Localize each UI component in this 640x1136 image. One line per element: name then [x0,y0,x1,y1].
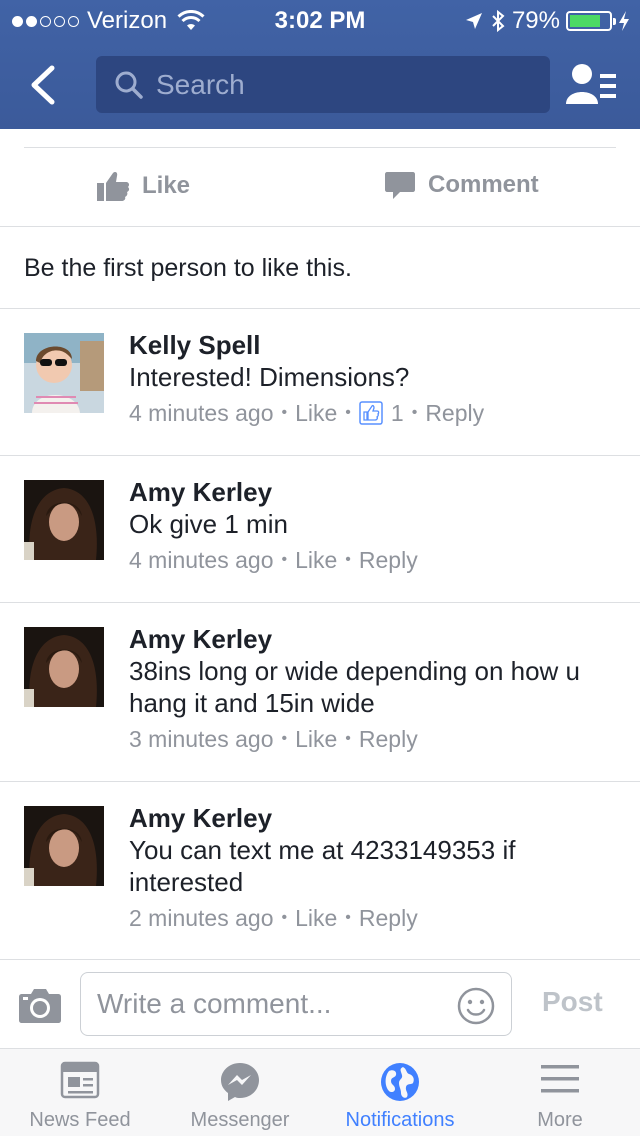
comment-bubble-icon [385,172,415,199]
comment-input-placeholder: Write a comment... [97,988,332,1019]
comment-meta: 4 minutes ago • Like • Reply [129,544,619,576]
comment-meta: 2 minutes ago • Like • Reply [129,902,619,934]
comment-like-link[interactable]: Like [295,544,337,576]
comment-body: Amy Kerley 38ins long or wide depending … [129,623,619,755]
tab-label: More [537,1109,583,1131]
divider [0,226,640,227]
comment-time: 3 minutes ago [129,726,274,752]
comment-time: 4 minutes ago [129,400,274,426]
tab-notifications[interactable]: Notifications [320,1049,480,1136]
search-input[interactable]: Search [96,56,550,113]
emoji-icon[interactable] [456,986,496,1026]
comment-body: Kelly Spell Interested! Dimensions? 4 mi… [129,329,619,429]
like-label: Like [142,172,191,199]
avatar[interactable] [24,480,104,560]
comment-like-link[interactable]: Like [295,723,337,755]
menu-icon [541,1065,579,1093]
charging-bolt-icon [619,11,629,31]
like-button[interactable]: Like [96,170,190,202]
comment-item: Amy Kerley You can text me at 4233149353… [0,782,640,958]
comment-item: Kelly Spell Interested! Dimensions? 4 mi… [0,309,640,455]
battery-percent: 79% [511,7,560,34]
comment-like-count: 1 [390,400,404,426]
comment-like-link[interactable]: Like [295,902,337,934]
comment-like-link[interactable]: Like [295,397,337,429]
comment-reply-link[interactable]: Reply [359,902,418,934]
top-bar: Verizon 3:02 PM 79% Search [0,0,640,129]
comment-meta: 4 minutes ago • Like • 1 • Reply [129,397,619,429]
tab-label: Notifications [345,1109,455,1131]
comment-time: 4 minutes ago [129,547,274,573]
comment-text: 38ins long or wide depending on how u ha… [129,656,581,718]
comment-text: Ok give 1 min [129,509,288,539]
tab-label: Messenger [190,1109,290,1131]
comment-text: You can text me at 4233149353 if interes… [129,835,516,897]
avatar[interactable] [24,333,104,413]
tab-messenger[interactable]: Messenger [160,1049,320,1136]
comment-reply-link[interactable]: Reply [425,397,484,429]
divider [24,147,616,148]
tab-label: News Feed [29,1109,131,1131]
location-arrow-icon [465,13,482,29]
thumbs-up-icon [97,172,130,201]
camera-icon[interactable] [18,986,62,1024]
comment-reply-link[interactable]: Reply [359,544,418,576]
back-icon[interactable] [22,60,66,110]
comment-button[interactable]: Comment [384,170,640,200]
comment-author[interactable]: Amy Kerley [129,476,619,508]
avatar[interactable] [24,627,104,707]
comment-input[interactable]: Write a comment... [80,972,512,1036]
likes-summary: Be the first person to like this. [24,254,352,282]
comment-author[interactable]: Amy Kerley [129,802,619,834]
comment-meta: 3 minutes ago • Like • Reply [129,723,619,755]
comment-label: Comment [428,171,539,198]
comment-reply-link[interactable]: Reply [359,723,418,755]
news-feed-icon [60,1061,100,1099]
comment-text: Interested! Dimensions? [129,362,410,392]
comment-composer: Write a comment... Post [0,959,640,1048]
globe-icon [381,1063,419,1101]
comment-item: Amy Kerley 38ins long or wide depending … [0,603,640,781]
avatar[interactable] [24,806,104,886]
nav-bar: Search [0,40,640,129]
comment-author[interactable]: Amy Kerley [129,623,619,655]
comment-time: 2 minutes ago [129,905,274,931]
battery-icon [566,11,616,31]
post-actions: Like Comment [0,150,640,226]
bluetooth-icon [492,9,505,33]
search-icon [115,71,143,99]
comment-item: Amy Kerley Ok give 1 min 4 minutes ago •… [0,456,640,602]
comment-body: Amy Kerley You can text me at 4233149353… [129,802,619,934]
post-button[interactable]: Post [542,986,603,1018]
like-count-icon [359,401,383,425]
status-right: 79% [464,7,630,35]
tab-news-feed[interactable]: News Feed [0,1049,160,1136]
comment-author[interactable]: Kelly Spell [129,329,619,361]
tab-more[interactable]: More [480,1049,640,1136]
comment-body: Amy Kerley Ok give 1 min 4 minutes ago •… [129,476,619,576]
messenger-icon [221,1063,259,1101]
search-placeholder: Search [156,68,245,100]
tab-bar: News Feed Messenger Notifications More [0,1048,640,1136]
status-bar: Verizon 3:02 PM 79% [0,0,640,40]
friend-requests-icon[interactable] [566,62,618,108]
